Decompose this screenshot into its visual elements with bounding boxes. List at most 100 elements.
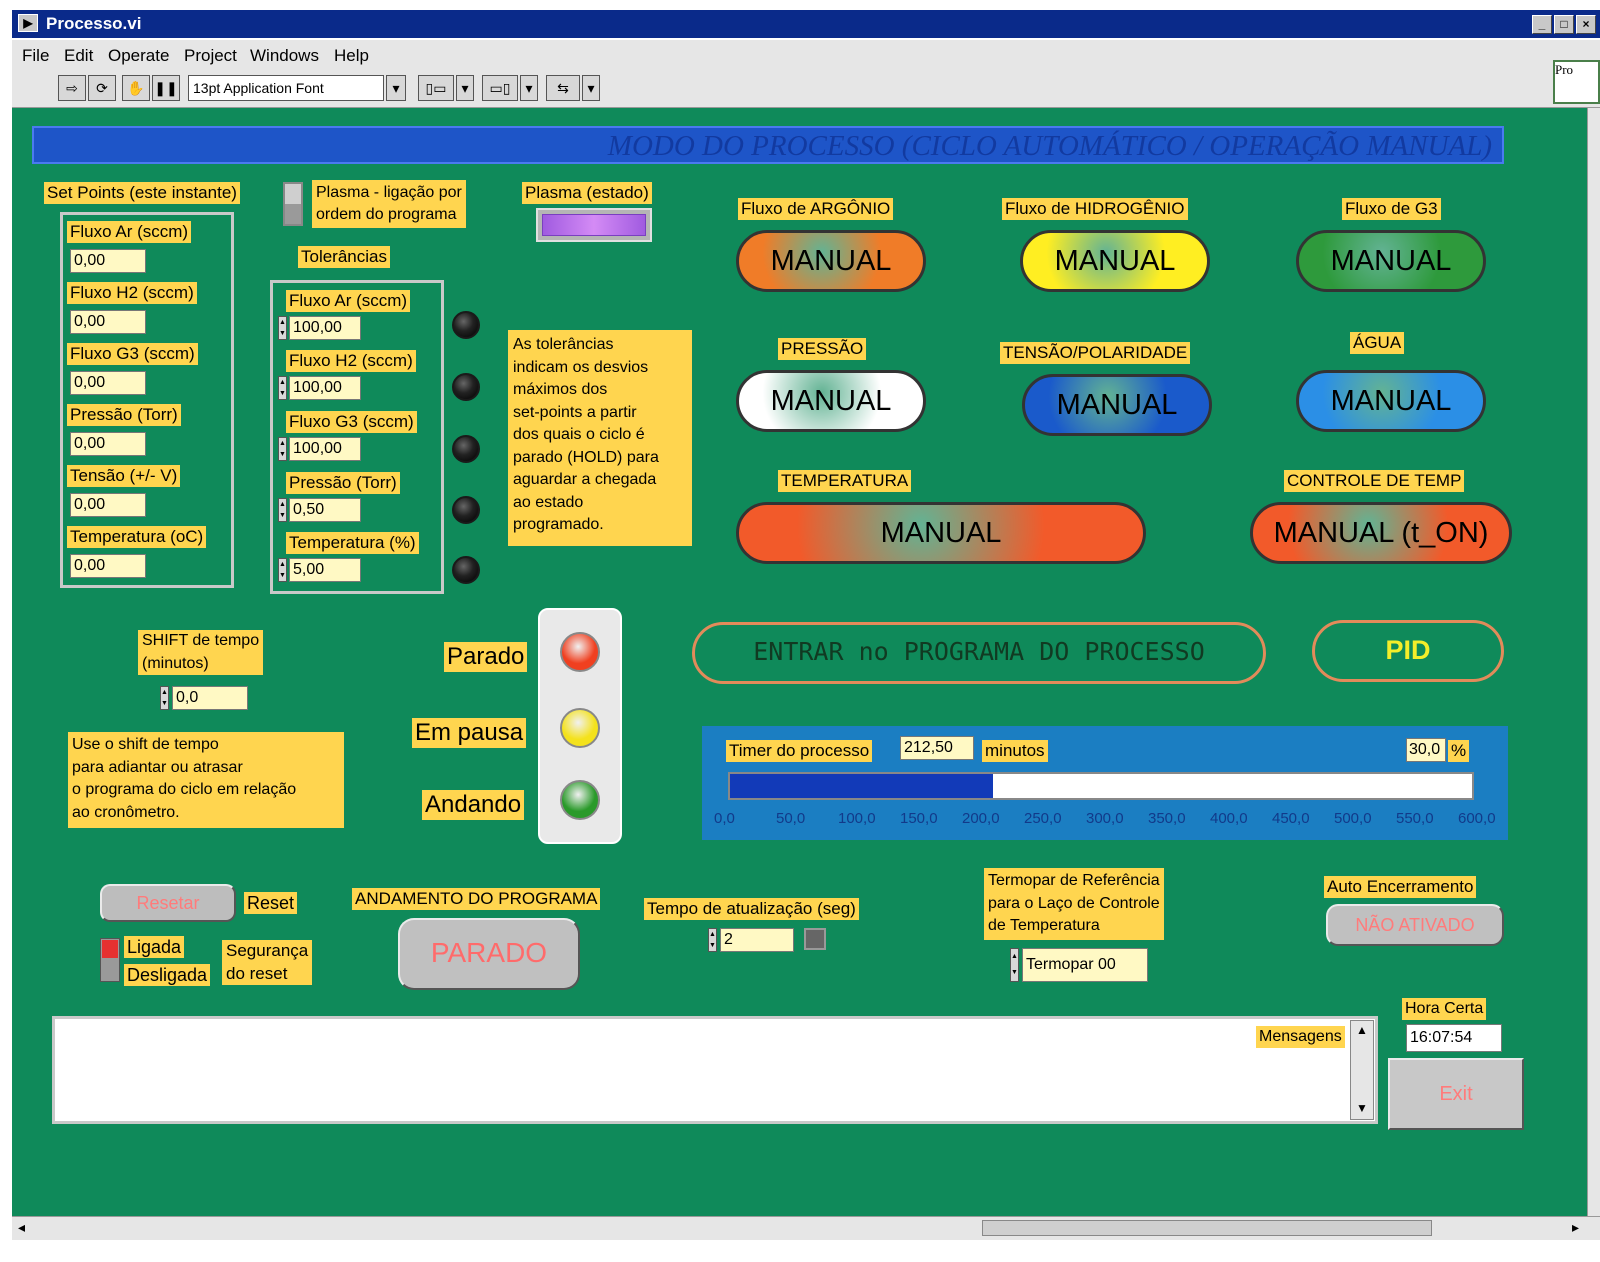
update-time-spin[interactable]: ▲ ▼ bbox=[708, 928, 717, 952]
distribute-objects-icon[interactable]: ▭▯ bbox=[482, 75, 518, 101]
tolerance-led-temperatura bbox=[452, 556, 480, 584]
tol-spin-pressao[interactable]: ▲ ▼ bbox=[278, 498, 287, 522]
g3-mode-button[interactable]: MANUAL bbox=[1296, 230, 1486, 292]
maximize-button[interactable]: □ bbox=[1554, 15, 1574, 34]
argon-mode-button[interactable]: MANUAL bbox=[736, 230, 926, 292]
timer-tick-label: 50,0 bbox=[776, 810, 806, 827]
sp-value-temperatura: 0,00 bbox=[70, 554, 146, 578]
thermocouple-select[interactable]: Termopar 00 bbox=[1022, 948, 1148, 982]
timer-unit: minutos bbox=[982, 740, 1048, 762]
plasma-program-switch[interactable] bbox=[283, 182, 303, 226]
timer-tick-label: 450,0 bbox=[1272, 810, 1310, 827]
reset-safety-switch[interactable] bbox=[100, 938, 120, 982]
menu-edit[interactable]: Edit bbox=[64, 46, 93, 66]
sp-label-tensao: Tensão (+/- V) bbox=[67, 465, 181, 487]
update-time-value[interactable]: 2 bbox=[720, 928, 794, 952]
timer-progress-bar bbox=[728, 772, 1474, 800]
messages-scrollbar[interactable]: ▲ ▼ bbox=[1350, 1020, 1374, 1120]
abort-icon[interactable]: ✋ bbox=[122, 75, 150, 101]
enter-program-button[interactable]: ENTRAR no PROGRAMA DO PROCESSO bbox=[692, 622, 1266, 684]
temperatura-mode-button[interactable]: MANUAL bbox=[736, 502, 1146, 564]
scroll-left-icon[interactable]: ◂ bbox=[18, 1219, 25, 1236]
running-label: Andando bbox=[422, 790, 525, 820]
reorder-dropdown-icon[interactable]: ▾ bbox=[582, 75, 600, 101]
minimize-button[interactable]: _ bbox=[1532, 15, 1552, 34]
menu-windows[interactable]: Windows bbox=[250, 46, 319, 66]
run-continuously-icon[interactable]: ⟳ bbox=[88, 75, 116, 101]
tolerance-led-g3 bbox=[452, 435, 480, 463]
tensao-mode-button[interactable]: MANUAL bbox=[1022, 374, 1212, 436]
sp-label-h2: Fluxo H2 (sccm) bbox=[67, 282, 197, 304]
shift-spin[interactable]: ▲ ▼ bbox=[160, 686, 169, 710]
reset-safety-label: Segurança do reset bbox=[222, 940, 313, 985]
close-button[interactable]: × bbox=[1576, 15, 1596, 34]
font-dropdown-icon[interactable]: ▾ bbox=[386, 75, 406, 101]
auto-shutdown-button[interactable]: NÃO ATIVADO bbox=[1326, 904, 1504, 946]
tol-spin-g3[interactable]: ▲ ▼ bbox=[278, 437, 287, 461]
exit-button[interactable]: Exit bbox=[1388, 1058, 1524, 1130]
tol-spin-temperatura[interactable]: ▲ ▼ bbox=[278, 558, 287, 582]
tensao-label: TENSÃO/POLARIDADE bbox=[1000, 342, 1191, 364]
update-time-label: Tempo de atualização (seg) bbox=[644, 898, 859, 920]
messages-scroll-up-icon[interactable]: ▲ bbox=[1356, 1023, 1368, 1037]
pressao-mode-button[interactable]: MANUAL bbox=[736, 370, 926, 432]
paused-lamp bbox=[560, 708, 600, 748]
tol-value-temperatura[interactable]: 5,00 bbox=[289, 558, 361, 582]
tolerance-led-ar bbox=[452, 311, 480, 339]
tol-value-g3[interactable]: 100,00 bbox=[289, 437, 361, 461]
menu-bar: File Edit Operate Project Windows Help bbox=[12, 40, 1600, 70]
switch-on-indicator bbox=[102, 940, 118, 958]
distribute-dropdown-icon[interactable]: ▾ bbox=[520, 75, 538, 101]
agua-label: ÁGUA bbox=[1350, 332, 1405, 354]
reorder-icon[interactable]: ⇆ bbox=[546, 75, 580, 101]
banner-text: MODO DO PROCESSO (CICLO AUTOMÁTICO / OPE… bbox=[607, 130, 1492, 162]
tol-label-temperatura: Temperatura (%) bbox=[286, 532, 419, 554]
agua-mode-button[interactable]: MANUAL bbox=[1296, 370, 1486, 432]
align-dropdown-icon[interactable]: ▾ bbox=[456, 75, 474, 101]
tolerance-led-pressao bbox=[452, 496, 480, 524]
tol-value-h2[interactable]: 100,00 bbox=[289, 376, 361, 400]
vertical-scrollbar[interactable] bbox=[1587, 108, 1600, 1216]
tol-spin-ar[interactable]: ▲ ▼ bbox=[278, 316, 287, 340]
align-objects-icon[interactable]: ▯▭ bbox=[418, 75, 454, 101]
thermocouple-spin[interactable]: ▲ ▼ bbox=[1010, 948, 1019, 982]
tol-value-ar[interactable]: 100,00 bbox=[289, 316, 361, 340]
tol-label-g3: Fluxo G3 (sccm) bbox=[286, 411, 417, 433]
font-select[interactable]: 13pt Application Font bbox=[188, 75, 384, 101]
shift-value[interactable]: 0,0 bbox=[172, 686, 248, 710]
messages-scroll-down-icon[interactable]: ▼ bbox=[1356, 1101, 1368, 1115]
horizontal-scrollbar[interactable]: ◂ ▸ bbox=[12, 1216, 1600, 1240]
menu-project[interactable]: Project bbox=[184, 46, 237, 66]
scroll-thumb[interactable] bbox=[982, 1220, 1432, 1236]
stopped-lamp bbox=[560, 632, 600, 672]
timer-tick-label: 150,0 bbox=[900, 810, 938, 827]
plasma-switch-label: Plasma - ligação por ordem do programa bbox=[312, 180, 466, 228]
messages-box[interactable] bbox=[52, 1016, 1378, 1124]
tol-value-pressao[interactable]: 0,50 bbox=[289, 498, 361, 522]
run-icon[interactable]: ⇨ bbox=[58, 75, 86, 101]
menu-help[interactable]: Help bbox=[334, 46, 369, 66]
tol-label-ar: Fluxo Ar (sccm) bbox=[286, 290, 411, 312]
timer-tick-label: 350,0 bbox=[1148, 810, 1186, 827]
reset-button[interactable]: Resetar bbox=[100, 884, 236, 922]
tol-label-h2: Fluxo H2 (sccm) bbox=[286, 350, 416, 372]
clock-label: Hora Certa bbox=[1402, 998, 1487, 1020]
timer-tick-label: 300,0 bbox=[1086, 810, 1124, 827]
timer-tick-label: 550,0 bbox=[1396, 810, 1434, 827]
sp-value-ar: 0,00 bbox=[70, 249, 146, 273]
pressao-label: PRESSÃO bbox=[778, 338, 867, 360]
sp-value-g3: 0,00 bbox=[70, 371, 146, 395]
program-status-indicator: PARADO bbox=[398, 918, 580, 990]
controle-temp-mode-button[interactable]: MANUAL (t_ON) bbox=[1250, 502, 1512, 564]
scroll-right-icon[interactable]: ▸ bbox=[1572, 1219, 1579, 1236]
timer-tick-label: 200,0 bbox=[962, 810, 1000, 827]
tolerances-note: As tolerâncias indicam os desvios máximo… bbox=[508, 330, 692, 546]
tol-spin-h2[interactable]: ▲ ▼ bbox=[278, 376, 287, 400]
menu-file[interactable]: File bbox=[22, 46, 49, 66]
pid-button[interactable]: PID bbox=[1312, 620, 1504, 682]
pause-icon[interactable]: ❚❚ bbox=[152, 75, 180, 101]
toolbar: ⇨ ⟳ ✋ ❚❚ 13pt Application Font ▾ ▯▭ ▾ ▭▯… bbox=[12, 70, 1600, 108]
menu-operate[interactable]: Operate bbox=[108, 46, 169, 66]
hidrogenio-mode-button[interactable]: MANUAL bbox=[1020, 230, 1210, 292]
mode-banner: MODO DO PROCESSO (CICLO AUTOMÁTICO / OPE… bbox=[32, 126, 1504, 164]
